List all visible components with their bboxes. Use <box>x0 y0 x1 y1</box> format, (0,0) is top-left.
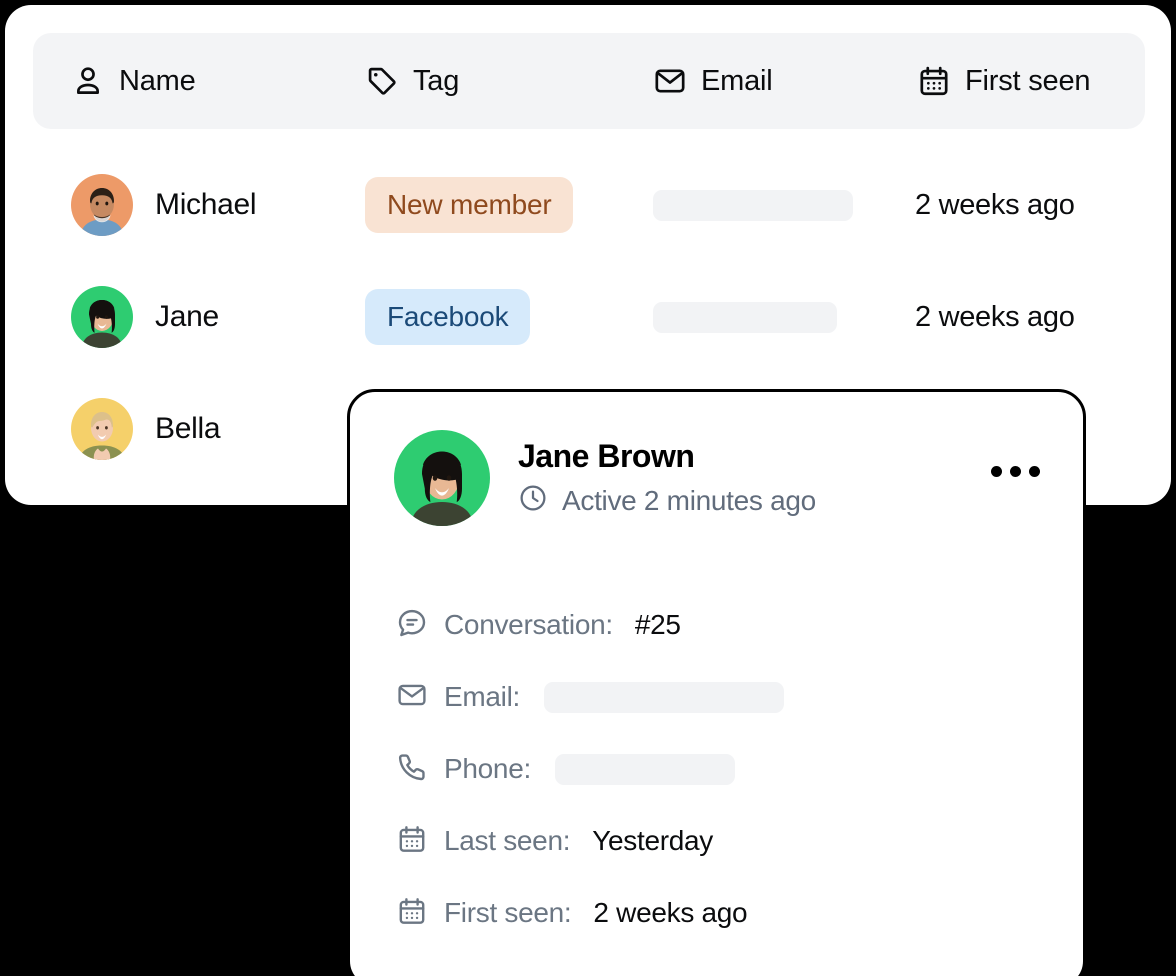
cell-email <box>653 278 837 356</box>
column-header-first-seen[interactable]: First seen <box>917 33 1090 129</box>
field-email: Email: <box>396 661 1046 733</box>
field-label: Conversation: <box>444 609 613 641</box>
clock-icon <box>518 483 548 518</box>
cell-name: Michael <box>71 166 256 244</box>
chat-icon <box>396 607 428 644</box>
user-icon <box>71 64 105 98</box>
field-last-seen: Last seen: Yesterday <box>396 805 1046 877</box>
more-dot-icon <box>1010 466 1021 477</box>
column-header-tag[interactable]: Tag <box>365 33 459 129</box>
field-label: Email: <box>444 681 520 713</box>
column-header-name-label: Name <box>119 65 196 98</box>
first-seen-value: 2 weeks ago <box>915 189 1075 222</box>
screen-root: Name Tag Email <box>0 0 1176 976</box>
more-options-button[interactable] <box>991 466 1040 477</box>
phone-redacted-bar <box>555 754 735 785</box>
more-dot-icon <box>991 466 1002 477</box>
field-conversation: Conversation: #25 <box>396 589 1046 661</box>
field-phone: Phone: <box>396 733 1046 805</box>
field-label: First seen: <box>444 897 571 929</box>
first-seen-value: 2 weeks ago <box>915 301 1075 334</box>
status-badge[interactable]: Facebook <box>365 289 530 345</box>
row-name-label: Michael <box>155 188 256 222</box>
avatar <box>394 430 490 526</box>
column-header-first-seen-label: First seen <box>965 65 1090 98</box>
row-name-label: Bella <box>155 412 220 446</box>
cell-first-seen: 2 weeks ago <box>915 166 1075 244</box>
column-header-name[interactable]: Name <box>71 33 196 129</box>
column-header-tag-label: Tag <box>413 65 459 98</box>
table-row[interactable]: Michael New member 2 weeks ago <box>5 166 1171 244</box>
cell-first-seen: 2 weeks ago <box>915 278 1075 356</box>
field-label: Last seen: <box>444 825 570 857</box>
cell-name: Bella <box>71 390 220 468</box>
calendar-icon <box>917 64 951 98</box>
column-header-email-label: Email <box>701 65 773 98</box>
more-dot-icon <box>1029 466 1040 477</box>
field-value: Yesterday <box>592 825 713 857</box>
table-row[interactable]: Jane Facebook 2 weeks ago <box>5 278 1171 356</box>
calendar-icon <box>396 823 428 860</box>
status-text: Active 2 minutes ago <box>562 485 816 517</box>
table-header-row: Name Tag Email <box>33 33 1145 129</box>
field-label: Phone: <box>444 753 531 785</box>
cell-email <box>653 166 853 244</box>
email-redacted-bar <box>653 302 837 333</box>
detail-card-header: Jane Brown Active 2 minutes ago <box>394 430 816 526</box>
avatar <box>71 174 133 236</box>
field-value: #25 <box>635 609 681 641</box>
page-title: Jane Brown <box>518 438 816 475</box>
detail-card-identity: Jane Brown Active 2 minutes ago <box>518 438 816 518</box>
cell-tag: New member <box>365 166 573 244</box>
row-name-label: Jane <box>155 300 219 334</box>
avatar <box>71 286 133 348</box>
envelope-icon <box>653 64 687 98</box>
calendar-icon <box>396 895 428 932</box>
email-redacted-bar <box>653 190 853 221</box>
tag-icon <box>365 64 399 98</box>
field-first-seen: First seen: 2 weeks ago <box>396 877 1046 949</box>
status-badge[interactable]: New member <box>365 177 573 233</box>
detail-card-fields: Conversation: #25 Email: <box>396 589 1046 949</box>
cell-tag: Facebook <box>365 278 530 356</box>
phone-icon <box>396 751 428 788</box>
field-value: 2 weeks ago <box>593 897 747 929</box>
detail-card-status: Active 2 minutes ago <box>518 483 816 518</box>
avatar <box>71 398 133 460</box>
cell-name: Jane <box>71 278 219 356</box>
column-header-email[interactable]: Email <box>653 33 773 129</box>
envelope-icon <box>396 679 428 716</box>
contact-detail-card: Jane Brown Active 2 minutes ago <box>347 389 1086 976</box>
email-redacted-bar <box>544 682 784 713</box>
